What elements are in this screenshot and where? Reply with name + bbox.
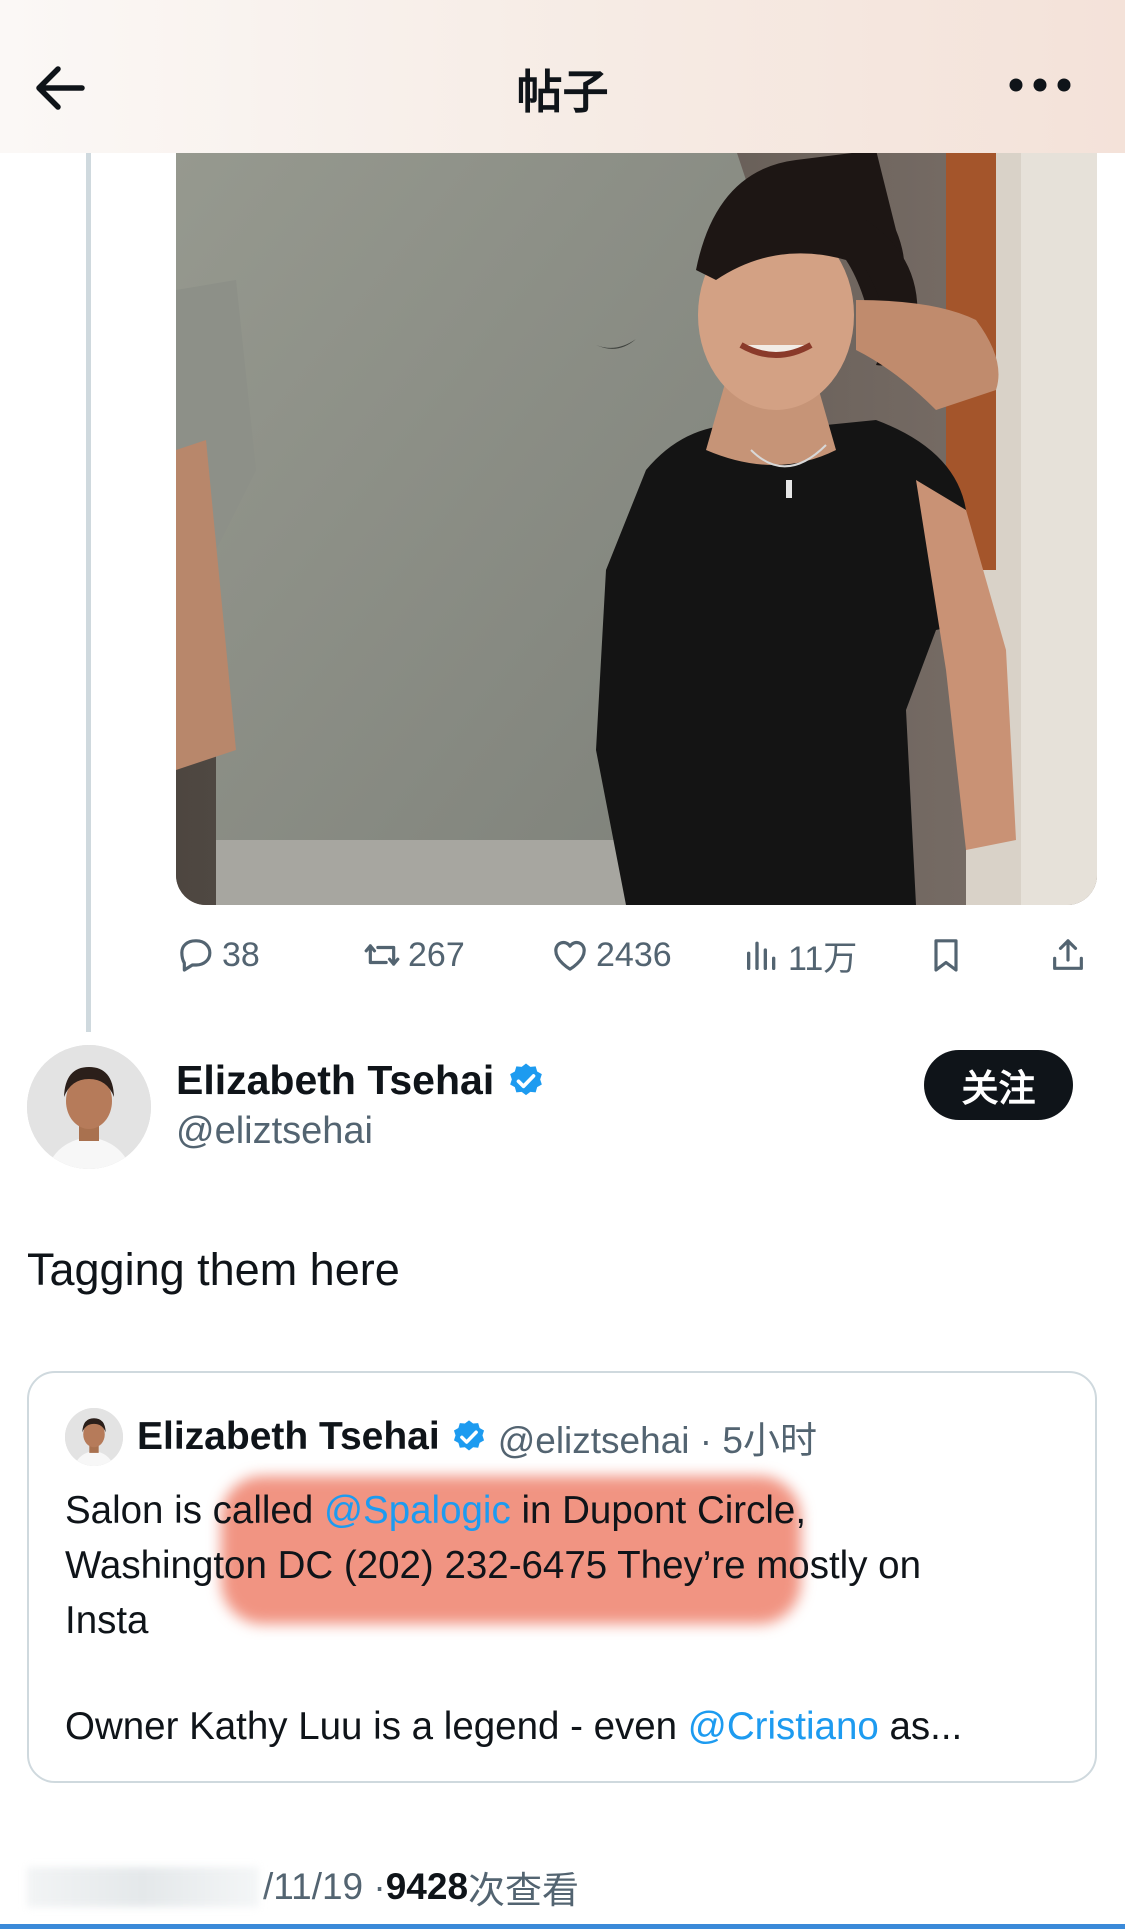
author-name[interactable]: Elizabeth Tsehai xyxy=(176,1057,494,1104)
author-handle[interactable]: @eliztsehai xyxy=(176,1110,373,1153)
quoted-author-name: Elizabeth Tsehai xyxy=(137,1415,440,1458)
quoted-line-2: Washington DC (202) 232-6475 They’re mos… xyxy=(65,1544,921,1587)
bookmark-button[interactable] xyxy=(926,930,972,980)
more-horizontal-icon[interactable] xyxy=(1000,70,1080,100)
follow-button[interactable]: 关注 xyxy=(924,1050,1073,1120)
like-icon xyxy=(554,941,586,971)
repost-count: 267 xyxy=(408,935,465,974)
bookmark-icon xyxy=(934,939,958,972)
views-button[interactable]: 11万 xyxy=(742,930,857,980)
quoted-tweet-header: Elizabeth Tsehai @eliztsehai · 5小时 xyxy=(65,1408,817,1466)
quoted-text: in Dupont Circle, xyxy=(510,1489,807,1532)
page-title: 帖子 xyxy=(516,66,609,118)
quoted-text: Owner Kathy Luu is a legend - even xyxy=(65,1705,688,1748)
like-button[interactable]: 2436 xyxy=(550,930,672,980)
view-count: 11万 xyxy=(788,939,858,978)
quoted-tweet-card[interactable]: Elizabeth Tsehai @eliztsehai · 5小时 Salon… xyxy=(27,1371,1097,1783)
quoted-line-1: Salon is called @Spalogic in Dupont Circ… xyxy=(65,1483,1065,1538)
engagement-bar: 38 267 2436 11万 xyxy=(176,930,1097,980)
verified-badge-icon xyxy=(453,1420,484,1451)
views-icon xyxy=(747,941,776,970)
obscured-time xyxy=(27,1867,259,1907)
repost-icon xyxy=(364,944,400,966)
mention-link[interactable]: @Cristiano xyxy=(688,1705,879,1748)
bottom-edge-bar xyxy=(0,1924,1125,1929)
reply-icon xyxy=(180,939,212,972)
author-name-row[interactable]: Elizabeth Tsehai xyxy=(176,1057,546,1104)
tweet-text: Tagging them here xyxy=(27,1244,400,1295)
quoted-tweet-body: Salon is called @Spalogic in Dupont Circ… xyxy=(65,1483,1065,1754)
quoted-handle-time: @eliztsehai · 5小时 xyxy=(497,1420,817,1461)
quoted-author-avatar[interactable] xyxy=(65,1408,123,1466)
share-button[interactable] xyxy=(1048,930,1094,980)
thread-connector-line xyxy=(86,150,91,1032)
view-count-label: 次查看 xyxy=(468,1870,580,1911)
photo-illustration xyxy=(176,150,1097,905)
view-count-total: 9428 xyxy=(385,1866,469,1907)
post-image[interactable] xyxy=(176,150,1097,905)
avatar-illustration xyxy=(27,1045,151,1169)
quoted-line-3: Insta xyxy=(65,1599,149,1642)
avatar-small-illustration xyxy=(65,1408,123,1466)
mention-link[interactable]: @Spalogic xyxy=(324,1489,511,1532)
like-count: 2436 xyxy=(596,935,672,974)
post-date: /11/19 · xyxy=(263,1866,386,1907)
share-icon xyxy=(1053,939,1083,970)
reply-button[interactable]: 38 xyxy=(176,930,260,980)
top-bar: 帖子 xyxy=(0,0,1125,153)
quoted-text: Salon is called xyxy=(65,1489,324,1532)
quoted-text: as... xyxy=(878,1705,963,1748)
repost-button[interactable]: 267 xyxy=(362,930,465,980)
author-avatar[interactable] xyxy=(27,1045,151,1169)
post-meta-footer: /11/19 · 9428 次查看 xyxy=(27,1862,579,1912)
quoted-line-4: Owner Kathy Luu is a legend - even @Cris… xyxy=(65,1699,1065,1754)
verified-badge-icon xyxy=(510,1063,543,1095)
reply-count: 38 xyxy=(222,935,260,974)
